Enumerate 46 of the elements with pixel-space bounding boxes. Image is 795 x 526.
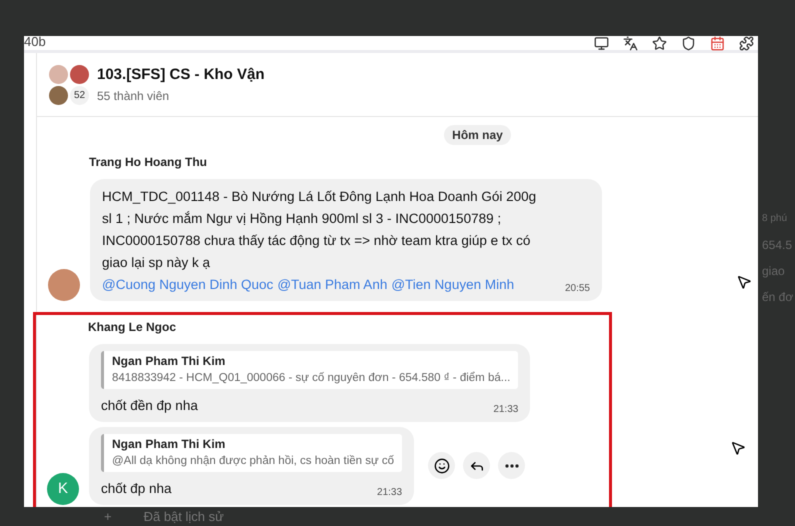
member-avatar [49,64,68,84]
sender-name: Trang Ho Hoang Thu [89,155,207,169]
quoted-message[interactable]: Ngan Pham Thi Kim @All dạ không nhận được phản hồi, cs hoàn tiền sự cố [101,434,402,472]
message-text: HCM_TDC_001148 - Bò Nướng Lá Lốt Đông Lạnh Hoa Doanh Gói 200g sl 1 ; Nước mắm Ngư vị Hồng Hạnh 900ml sl 3 - INC0000150789 ; INC0000150788 chưa thấy tác động từ tx => nhờ team ktra giúp e tx có giao lại sp này k ạ @Cuong Nguyen Dinh Quoc @Tuan Pham Anh @Tien Nguyen Minh [102,188,538,294]
letter-avatar: K [47,473,79,505]
reply-button[interactable] [463,452,490,479]
star-icon[interactable] [652,36,667,50]
more-icon [504,464,519,468]
member-avatar [70,64,89,84]
smiley-icon [434,458,450,474]
quote-text: 8418833942 - HCM_Q01_000066 - sự cố nguyên đơn - 654.580 ₫ - điểm bá... [112,370,510,386]
quoted-message[interactable]: Ngan Pham Thi Kim 8418833942 - HCM_Q01_000066 - sự cố nguyên đơn - 654.580 ₫ - điểm bá... [101,351,518,389]
monitor-icon[interactable] [594,36,609,50]
translate-icon[interactable] [623,36,638,50]
quote-author: Ngan Pham Thi Kim [112,436,226,453]
message-time: 21:33 [493,403,518,417]
cursor-icon [736,274,752,290]
quote-author: Ngan Pham Thi Kim [112,353,226,370]
member-count: 52 [70,86,89,104]
message-time: 20:55 [564,282,590,296]
chat-title: 103.[SFS] CS - Kho Vận [97,65,265,86]
mention-link[interactable]: @Tien Nguyen Minh [391,277,514,292]
sender-name: Khang Le Ngoc [88,320,176,334]
shield-icon[interactable] [681,36,696,50]
quote-text: @All dạ không nhận được phản hồi, cs hoàn tiền sự cố [112,454,394,469]
mention-link[interactable]: @Tuan Pham Anh [277,277,388,292]
message-text: chốt đp nha [101,480,172,498]
background-text: giao [762,264,786,278]
composer-hint: Đã bật lịch sử [144,509,224,524]
cursor-icon [730,440,746,456]
more-button[interactable] [498,452,526,479]
url-text: 40b [24,36,46,48]
member-total: 55 thành viên [97,88,170,105]
calendar-icon[interactable] [710,36,725,50]
background-text: 654.5 [762,238,794,252]
background-text: ến đơ [762,290,794,304]
background-text: 8 phú [762,212,788,226]
member-avatar [49,86,68,104]
avatar-photo-placeholder [48,269,80,301]
message-time: 21:33 [377,486,402,500]
date-separator: Hôm nay [444,125,511,145]
add-button[interactable]: + [104,509,112,524]
react-button[interactable] [428,452,456,479]
puzzle-icon[interactable] [739,36,754,50]
message-text: chốt đền đp nha [101,397,198,415]
mention-link[interactable]: @Cuong Nguyen Dinh Quoc [102,277,274,292]
